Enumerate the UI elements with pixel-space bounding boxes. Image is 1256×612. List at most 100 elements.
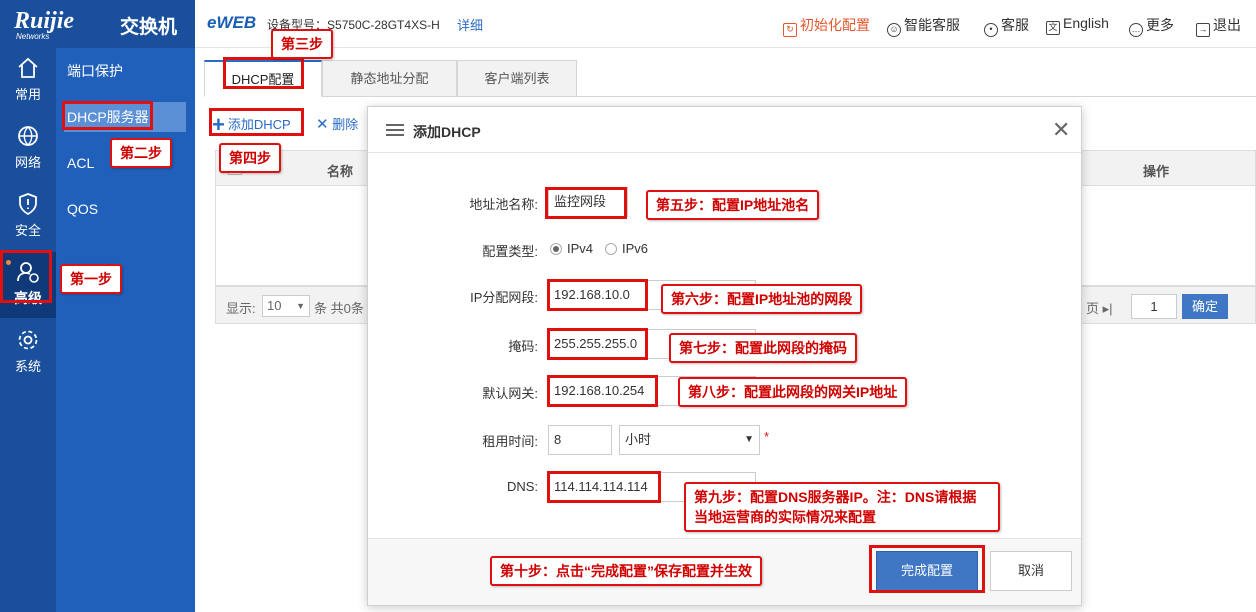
- lease-unit-value: 小时: [625, 432, 652, 447]
- highlight-pool-name: [545, 187, 627, 219]
- brand-header: Ruijie Networks 交换机: [0, 0, 195, 48]
- init-config-link[interactable]: ↻ 初始化配置: [783, 15, 870, 37]
- detail-link[interactable]: 详细: [457, 15, 483, 34]
- logout-link[interactable]: → 退出: [1196, 15, 1241, 37]
- nav-item-common[interactable]: 常用: [0, 48, 56, 114]
- nav-item-label: 安全: [14, 223, 41, 238]
- highlight-ip-segment: [547, 279, 648, 311]
- required-mark: *: [764, 429, 770, 444]
- top-bar: eWEB 设备型号：S5750C-28GT4XS-H 详细 ↻ 初始化配置 ☺ 智能…: [195, 0, 1256, 48]
- tab-client-list[interactable]: 客户端列表: [457, 60, 577, 97]
- shield-icon: [19, 193, 37, 216]
- device-model-value: S5750C-28GT4XS-H: [327, 18, 440, 32]
- column-name: 名称: [327, 164, 354, 179]
- more-link[interactable]: … 更多: [1129, 15, 1174, 37]
- nav-sub-qos[interactable]: QOS: [56, 194, 195, 224]
- more-label: 更多: [1146, 17, 1174, 33]
- language-label: English: [1063, 15, 1109, 31]
- primary-nav: 常用 网络 安全 高级 系统: [0, 48, 56, 612]
- page-number-input[interactable]: 1: [1131, 294, 1177, 319]
- nav-item-label: 常用: [14, 87, 41, 102]
- nav-item-label: 系统: [14, 359, 41, 374]
- close-icon[interactable]: ✕: [1052, 117, 1070, 143]
- step-7-note: 第七步：配置此网段的掩码: [669, 333, 857, 363]
- nav-sub-port-protection[interactable]: 端口保护: [56, 56, 195, 86]
- product-name: 交换机: [120, 17, 178, 38]
- highlight-gateway: [547, 375, 658, 407]
- user-service-label: 客服: [1001, 17, 1029, 33]
- init-icon: ↻: [783, 23, 797, 37]
- highlight-finish-button: [869, 545, 985, 593]
- page-suffix: 页 ▸|: [1086, 298, 1113, 317]
- language-link[interactable]: 文 English: [1046, 15, 1109, 35]
- highlight-dhcp-tab: [223, 57, 304, 89]
- cancel-button[interactable]: 取消: [990, 551, 1072, 591]
- lease-time-input[interactable]: 8: [548, 425, 612, 455]
- lease-unit-select[interactable]: 小时 ▼: [619, 425, 760, 455]
- delete-button[interactable]: ✕ 删除: [316, 114, 358, 133]
- step-9-note: 第九步：配置DNS服务器IP。注：DNS请根据当地运营商的实际情况来配置: [684, 482, 1000, 532]
- menu-icon: [386, 124, 404, 136]
- step-10-note: 第十步：点击“完成配置”保存配置并生效: [490, 556, 762, 586]
- dialog-title: 添加DHCP: [413, 124, 481, 140]
- page-summary: 条 共0条: [314, 301, 364, 316]
- user-service-icon: •: [984, 23, 998, 37]
- radio-ipv6[interactable]: IPv6: [605, 241, 648, 256]
- radio-ipv4-label: IPv4: [567, 241, 594, 256]
- eweb-logo: eWEB: [207, 13, 257, 32]
- smart-service-icon: ☺: [887, 23, 901, 37]
- init-config-label: 初始化配置: [800, 17, 870, 33]
- chevron-down-icon: ▼: [744, 434, 754, 445]
- dialog-header: 添加DHCP ✕: [368, 107, 1081, 153]
- chevron-down-icon: ▼: [296, 301, 305, 311]
- tab-bar: DHCP配置 静态地址分配 客户端列表: [204, 60, 1256, 97]
- radio-unchecked-icon: [605, 243, 617, 255]
- more-icon: …: [1129, 23, 1143, 37]
- ruijie-logo-sub: Networks: [16, 32, 50, 41]
- highlight-advanced: [0, 250, 52, 303]
- step-2-note: 第二步: [110, 138, 172, 168]
- network-icon: [18, 126, 38, 146]
- delete-label: 删除: [332, 117, 359, 132]
- page-suffix-text: 页: [1086, 301, 1100, 316]
- last-page-icon[interactable]: ▸|: [1103, 301, 1113, 316]
- ruijie-logo: Ruijie: [14, 8, 75, 34]
- pool-name-label: 地址池名称:: [469, 197, 538, 212]
- highlight-dns: [547, 471, 661, 503]
- radio-ipv4[interactable]: IPv4: [550, 241, 593, 256]
- close-icon: ✕: [316, 116, 329, 133]
- page-confirm-button[interactable]: 确定: [1182, 294, 1228, 319]
- highlight-dhcp-server: [62, 101, 153, 130]
- highlight-add-dhcp: [209, 108, 304, 136]
- step-3-note: 第三步: [271, 29, 333, 59]
- gear-icon: [18, 330, 38, 350]
- home-icon: [18, 57, 38, 78]
- step-5-note: 第五步：配置IP地址池名: [646, 190, 820, 220]
- smart-service-link[interactable]: ☺ 智能客服: [887, 15, 960, 37]
- gateway-label: 默认网关:: [482, 386, 538, 401]
- step-4-note: 第四步: [219, 143, 281, 173]
- radio-ipv6-label: IPv6: [622, 241, 649, 256]
- step-6-note: 第六步：配置IP地址池的网段: [661, 284, 863, 314]
- secondary-nav: 端口保护 DHCP服务器 ACL QOS: [56, 48, 195, 612]
- config-type-label: 配置类型:: [482, 244, 538, 259]
- ip-segment-label: IP分配网段:: [470, 290, 538, 305]
- lease-time-label: 租用时间:: [482, 434, 538, 449]
- language-icon: 文: [1046, 21, 1060, 35]
- step-8-note: 第八步：配置此网段的网关IP地址: [678, 377, 908, 407]
- page-size-select[interactable]: 10 ▼: [262, 295, 310, 317]
- page-size-value: 10: [267, 298, 282, 313]
- nav-item-security[interactable]: 安全: [0, 184, 56, 250]
- logout-icon: →: [1196, 23, 1210, 37]
- dns-label: DNS:: [506, 479, 538, 494]
- user-service-link[interactable]: • 客服: [984, 15, 1029, 37]
- highlight-mask: [547, 328, 648, 360]
- step-1-note: 第一步: [60, 264, 122, 294]
- tab-static-assign[interactable]: 静态地址分配: [322, 60, 457, 97]
- nav-item-system[interactable]: 系统: [0, 320, 56, 386]
- nav-item-network[interactable]: 网络: [0, 116, 56, 182]
- nav-item-label: 网络: [14, 155, 41, 170]
- logout-label: 退出: [1213, 17, 1241, 33]
- mask-label: 掩码:: [508, 339, 538, 354]
- column-action: 操作: [1143, 164, 1170, 179]
